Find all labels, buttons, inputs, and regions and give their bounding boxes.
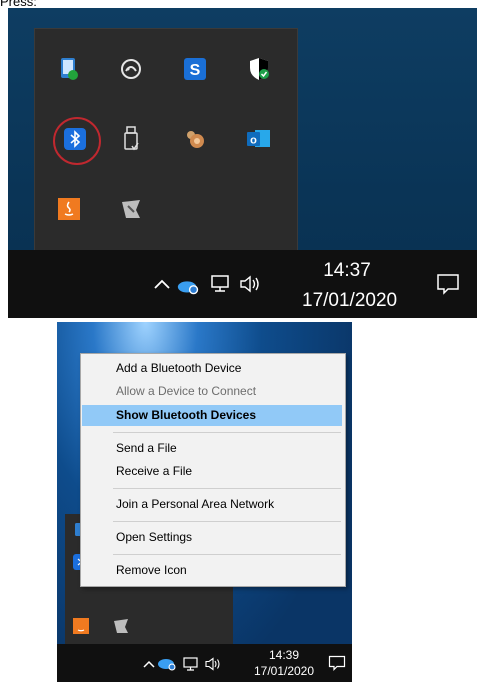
java-icon[interactable] — [57, 197, 81, 221]
menu-item-show-bluetooth-devices[interactable]: Show Bluetooth Devices — [82, 405, 342, 426]
snip-tool-icon[interactable] — [119, 197, 143, 221]
menu-separator — [113, 432, 341, 433]
gamepad-icon[interactable] — [119, 57, 143, 81]
volume-icon[interactable] — [238, 272, 262, 296]
menu-separator — [113, 521, 341, 522]
bluetooth-icon[interactable] — [63, 127, 87, 151]
snip-tool-icon[interactable] — [109, 614, 133, 638]
java-icon[interactable] — [69, 614, 93, 638]
security-shield-icon[interactable] — [247, 57, 271, 81]
svg-text:S: S — [190, 62, 201, 79]
phone-sync-icon[interactable] — [57, 57, 81, 81]
network-icon[interactable] — [179, 652, 203, 676]
outlook-icon[interactable]: o — [247, 127, 271, 151]
menu-item-receive-a-file[interactable]: Receive a File — [82, 461, 342, 482]
volume-icon[interactable] — [201, 652, 225, 676]
clock-time[interactable]: 14:37 — [302, 260, 392, 282]
clock-date[interactable]: 17/01/2020 — [249, 664, 319, 678]
menu-item-add-bluetooth-device[interactable]: Add a Bluetooth Device — [82, 358, 342, 379]
menu-separator — [113, 488, 341, 489]
show-hidden-icons-chevron-icon[interactable] — [150, 272, 174, 296]
menu-item-send-a-file[interactable]: Send a File — [82, 438, 342, 459]
screenshot-before: S o 14:37 17/01/2020 — [8, 8, 477, 318]
menu-item-open-settings[interactable]: Open Settings — [82, 527, 342, 548]
clock-time[interactable]: 14:39 — [249, 648, 319, 662]
network-icon[interactable] — [208, 272, 232, 296]
action-center-icon[interactable] — [325, 651, 349, 675]
caption: Press: — [0, 0, 37, 9]
action-center-icon[interactable] — [436, 272, 460, 296]
usb-drive-icon[interactable] — [119, 126, 143, 151]
menu-separator — [113, 554, 341, 555]
menu-item-join-personal-area-network[interactable]: Join a Personal Area Network — [82, 494, 342, 515]
menu-item-allow-device-to-connect: Allow a Device to Connect — [116, 384, 257, 398]
bluetooth-context-menu: Add a Bluetooth Device Allow a Device to… — [80, 353, 346, 587]
clock-date[interactable]: 17/01/2020 — [302, 290, 397, 312]
taskbar: 14:37 17/01/2020 — [8, 250, 477, 318]
svg-text:o: o — [250, 135, 257, 147]
tray-overflow-panel: S o — [34, 28, 298, 252]
sophos-icon[interactable]: S — [183, 57, 207, 81]
onedrive-sync-icon[interactable] — [155, 652, 179, 676]
gesture-hand-icon[interactable] — [183, 127, 207, 151]
onedrive-sync-icon[interactable] — [176, 274, 200, 298]
menu-item-remove-icon[interactable]: Remove Icon — [82, 560, 342, 581]
taskbar: 14:39 17/01/2020 — [57, 644, 352, 682]
